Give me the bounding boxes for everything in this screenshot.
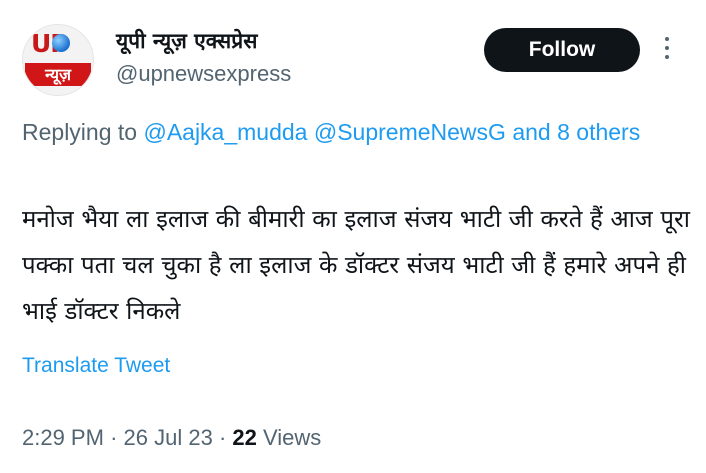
globe-icon	[52, 34, 70, 52]
more-horizontal-icon[interactable]	[663, 37, 671, 65]
meta-separator: ·	[110, 425, 118, 450]
replying-to: Replying to @Aajka_mudda @SupremeNewsG a…	[22, 114, 682, 150]
views-label: Views	[263, 425, 322, 450]
tweet-text: मनोज भैया ला इलाज की बीमारी का इलाज संजय…	[22, 205, 691, 325]
tweet-time[interactable]: 2:29 PM	[22, 425, 104, 450]
tweet-date[interactable]: 26 Jul 23	[124, 425, 213, 450]
author-handle[interactable]: @upnewsexpress	[116, 61, 291, 87]
avatar-logo-bottom: न्यूज़	[45, 65, 71, 84]
meta-separator: ·	[218, 425, 227, 450]
mention-aajka-mudda[interactable]: @Aajka_mudda	[143, 119, 307, 145]
author-display-name[interactable]: यूपी न्यूज़ एक्सप्रेस	[116, 27, 257, 55]
views-count[interactable]: 22	[232, 425, 256, 450]
more-dot	[665, 37, 669, 41]
tweet-meta: 2:29 PM · 26 Jul 23 · 22 Views	[22, 425, 321, 451]
and-others-link[interactable]: and 8 others	[512, 119, 640, 145]
more-dot	[665, 55, 669, 59]
more-dot	[665, 46, 669, 50]
mention-supremenewsg[interactable]: @SupremeNewsG	[314, 119, 506, 145]
translate-tweet-link[interactable]: Translate Tweet	[22, 354, 170, 378]
replying-prefix: Replying to	[22, 119, 144, 145]
author-avatar[interactable]: UP न्यूज़	[22, 24, 94, 96]
follow-button[interactable]: Follow	[484, 28, 640, 72]
